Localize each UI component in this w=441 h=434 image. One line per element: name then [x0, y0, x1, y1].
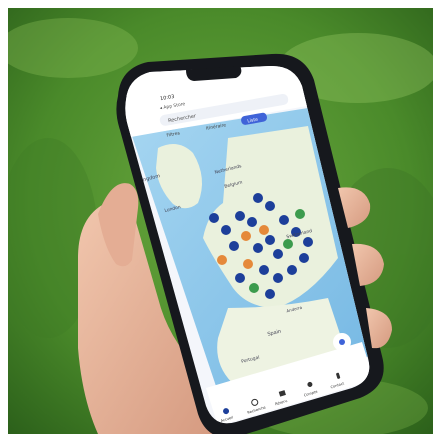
photo: 10:03 ◂ App Store Rechercher Filtres Iti… — [8, 8, 433, 434]
locate-icon — [339, 339, 345, 345]
photo-scene: 10:03 ◂ App Store Rechercher Filtres Iti… — [8, 8, 433, 434]
